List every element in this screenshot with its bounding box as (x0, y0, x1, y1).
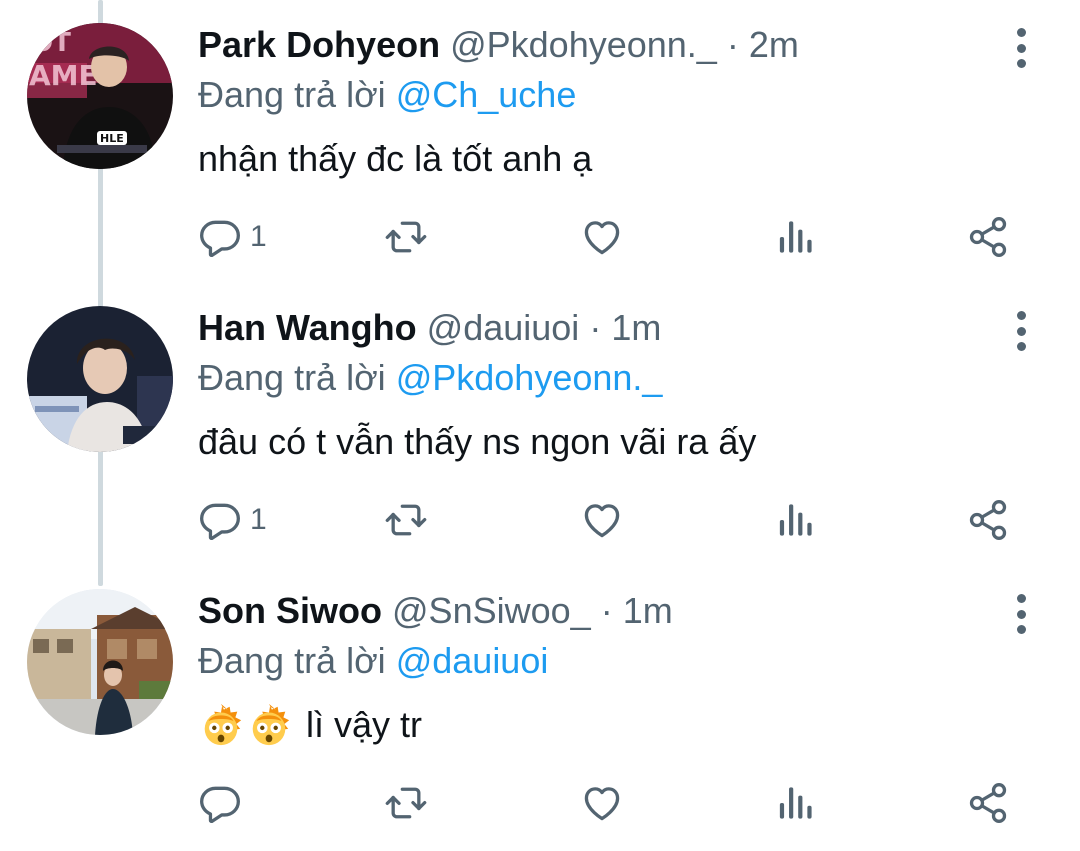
avatar[interactable]: OT AMES HLE (27, 23, 173, 169)
reply-count: 1 (250, 503, 267, 536)
views-button[interactable] (774, 213, 818, 261)
like-button[interactable] (580, 496, 624, 544)
retweet-icon (384, 498, 428, 542)
share-icon (966, 498, 1010, 542)
reply-button[interactable]: 1 (198, 213, 267, 261)
reply-button[interactable] (198, 779, 250, 827)
action-bar: 1 (198, 496, 1028, 544)
avatar[interactable] (27, 589, 173, 735)
exploding-head-emoji-icon (198, 702, 244, 748)
timestamp[interactable]: 1m (611, 307, 661, 348)
tweet-header: Park Dohyeon @Pkdohyeonn._ · 2m (198, 22, 799, 68)
views-button[interactable] (774, 779, 818, 827)
more-options-icon[interactable] (1004, 311, 1038, 351)
tweet-text: đâu có t vẫn thấy ns ngon vãi ra ấy (198, 417, 756, 467)
reply-count: 1 (250, 220, 267, 253)
retweet-icon (384, 781, 428, 825)
tweet-text: nhận thấy đc là tốt anh ạ (198, 134, 592, 184)
display-name[interactable]: Park Dohyeon (198, 24, 440, 65)
like-icon (580, 215, 624, 259)
share-button[interactable] (966, 213, 1010, 261)
replying-to: Đang trả lời @dauiuoi (198, 638, 548, 684)
share-button[interactable] (966, 779, 1010, 827)
tweet-header: Han Wangho @dauiuoi · 1m (198, 305, 661, 351)
like-button[interactable] (580, 779, 624, 827)
tweet[interactable]: Han Wangho @dauiuoi · 1m Đang trả lời @P… (0, 283, 1080, 566)
share-icon (966, 215, 1010, 259)
more-options-icon[interactable] (1004, 594, 1038, 634)
svg-text:HLE: HLE (100, 132, 124, 145)
replying-prefix: Đang trả lời (198, 640, 386, 681)
replying-to: Đang trả lời @Ch_uche (198, 72, 576, 118)
separator: · (600, 590, 613, 631)
more-options-icon[interactable] (1004, 28, 1038, 68)
retweet-button[interactable] (384, 496, 428, 544)
exploding-head-emoji-icon (246, 702, 292, 748)
views-button[interactable] (774, 496, 818, 544)
reply-icon (198, 498, 242, 542)
separator: · (589, 307, 602, 348)
reply-icon (198, 215, 242, 259)
like-icon (580, 781, 624, 825)
like-button[interactable] (580, 213, 624, 261)
tweet-text: lì vậy tr (198, 700, 422, 750)
separator: · (726, 24, 739, 65)
share-icon (966, 781, 1010, 825)
display-name[interactable]: Han Wangho (198, 307, 417, 348)
timestamp[interactable]: 1m (623, 590, 673, 631)
retweet-icon (384, 215, 428, 259)
handle[interactable]: @SnSiwoo_ (392, 590, 591, 631)
tweet-header: Son Siwoo @SnSiwoo_ · 1m (198, 588, 673, 634)
timestamp[interactable]: 2m (749, 24, 799, 65)
handle[interactable]: @Pkdohyeonn._ (450, 24, 717, 65)
handle[interactable]: @dauiuoi (427, 307, 580, 348)
reply-button[interactable]: 1 (198, 496, 267, 544)
retweet-button[interactable] (384, 213, 428, 261)
tweet[interactable]: OT AMES HLE Park Dohyeon @Pkdohyeonn._ ·… (0, 0, 1080, 283)
replying-mention-link[interactable]: @Ch_uche (396, 74, 577, 115)
share-button[interactable] (966, 496, 1010, 544)
svg-text:OT: OT (31, 28, 71, 58)
tweet[interactable]: Son Siwoo @SnSiwoo_ · 1m Đang trả lời @d… (0, 566, 1080, 849)
views-icon (774, 781, 818, 825)
views-icon (774, 215, 818, 259)
views-icon (774, 498, 818, 542)
retweet-button[interactable] (384, 779, 428, 827)
reply-feed: OT AMES HLE Park Dohyeon @Pkdohyeonn._ ·… (0, 0, 1080, 851)
replying-prefix: Đang trả lời (198, 74, 386, 115)
replying-mention-link[interactable]: @Pkdohyeonn._ (396, 357, 663, 398)
emoji-group (198, 702, 292, 748)
action-bar (198, 779, 1028, 827)
tweet-text-content: nhận thấy đc là tốt anh ạ (198, 138, 593, 179)
replying-mention-link[interactable]: @dauiuoi (396, 640, 549, 681)
tweet-text-content: đâu có t vẫn thấy ns ngon vãi ra ấy (198, 421, 757, 462)
replying-prefix: Đang trả lời (198, 357, 386, 398)
like-icon (580, 498, 624, 542)
action-bar: 1 (198, 213, 1028, 261)
replying-to: Đang trả lời @Pkdohyeonn._ (198, 355, 662, 401)
avatar[interactable] (27, 306, 173, 452)
display-name[interactable]: Son Siwoo (198, 590, 382, 631)
reply-icon (198, 781, 242, 825)
tweet-text-content: lì vậy tr (306, 704, 423, 745)
